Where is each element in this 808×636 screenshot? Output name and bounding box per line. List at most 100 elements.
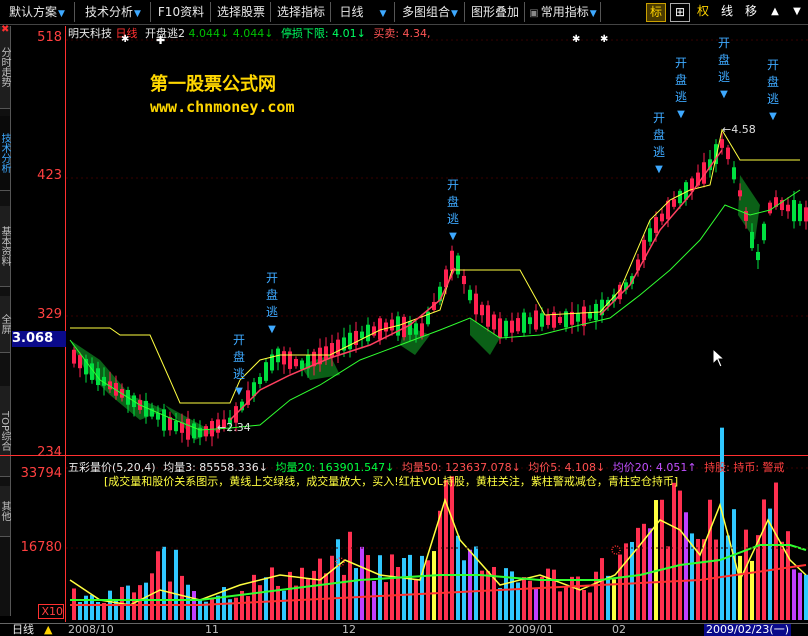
- volume-bar: [564, 586, 568, 620]
- volume-bar: [624, 543, 628, 620]
- candle-body: [294, 358, 298, 367]
- volume-bar: [126, 585, 130, 620]
- low-price-annotation: ←2.34: [217, 421, 251, 434]
- candle-body: [180, 422, 184, 433]
- volume-bar: [522, 577, 526, 620]
- candle-body: [654, 217, 658, 233]
- candle-body: [450, 250, 454, 271]
- candle-body: [324, 346, 328, 360]
- stop-loss-value: 停损下限: 4.01↓: [280, 27, 366, 40]
- collapse-icon[interactable]: ▲: [44, 624, 52, 636]
- period-tab[interactable]: 日线: [12, 624, 34, 636]
- volume-bar: [186, 584, 190, 620]
- candle-body: [726, 147, 730, 160]
- candle-body: [288, 351, 292, 369]
- down-arrow-icon: ▼: [720, 89, 728, 100]
- volume-bar: [558, 591, 562, 620]
- candle-body: [168, 417, 172, 431]
- volume-bar: [336, 539, 340, 620]
- indicator-value-2: 4.044↓: [232, 27, 274, 40]
- volume-bar: [570, 576, 574, 620]
- volume-bar: [660, 499, 664, 620]
- volume-bar: [354, 568, 358, 620]
- volume-bar: [174, 549, 178, 620]
- volume-bar: [438, 510, 442, 620]
- volume-bar: [360, 546, 364, 620]
- escape-signal: 开盘逃 ▼: [675, 55, 687, 123]
- mouse-cursor-icon: [712, 348, 726, 368]
- escape-signal: 开盘逃 ▼: [266, 270, 278, 338]
- volume-bar: [708, 499, 712, 620]
- candle-body: [348, 332, 352, 350]
- candle-body: [660, 213, 664, 222]
- volume-bar: [576, 576, 580, 620]
- high-price-annotation: ←4.58: [722, 123, 756, 136]
- candle-body: [510, 320, 514, 333]
- candle-body: [174, 420, 178, 432]
- candle-body: [474, 293, 478, 315]
- candle-body: [366, 324, 370, 342]
- volume-bar: [150, 573, 154, 620]
- volume-bar: [366, 555, 370, 620]
- volume-bar: [744, 529, 748, 620]
- candle-body: [534, 310, 538, 330]
- date-label-3: 12: [342, 623, 356, 636]
- volume-bar: [282, 590, 286, 620]
- indicator-value-1: 4.044↓: [188, 27, 230, 40]
- position-status: 持股: 持币: 警戒: [704, 461, 785, 474]
- volume-bar: [672, 482, 676, 620]
- escape-signal-label: 开盘逃: [767, 58, 780, 106]
- volume-bar: [312, 570, 316, 620]
- volume-bar: [636, 527, 640, 620]
- candle-body: [732, 167, 736, 180]
- volume-bar: [486, 571, 490, 620]
- candle-body: [762, 223, 766, 241]
- date-label-5: 02: [612, 623, 626, 636]
- candle-body: [792, 200, 796, 222]
- candle-body: [162, 409, 166, 431]
- volume-bar: [798, 572, 802, 620]
- candle-body: [804, 207, 808, 222]
- candle-body: [720, 139, 724, 148]
- volume-bar: [264, 577, 268, 620]
- volume-bar: [588, 592, 592, 620]
- volume-bar: [348, 531, 352, 620]
- volume-bar: [774, 482, 778, 620]
- volume-bar: [546, 568, 550, 620]
- bottom-bar: 日线 ▲ 2008/10 11 12 2009/01 02 2009/02/23…: [0, 623, 808, 636]
- volume-bar: [270, 567, 274, 620]
- volume-bar: [132, 592, 136, 620]
- volume-bar: [372, 580, 376, 620]
- candle-body: [576, 312, 580, 322]
- escape-signal: 开盘逃 ▼: [767, 57, 779, 125]
- volume-bar: [804, 574, 808, 620]
- candle-body: [390, 319, 394, 331]
- candle-body: [546, 315, 550, 325]
- escape-signal-label: 开盘逃: [266, 271, 279, 319]
- candle-body: [192, 423, 196, 439]
- volume-bar: [720, 427, 724, 620]
- candle-body: [78, 355, 82, 369]
- volume-bar: [540, 576, 544, 620]
- volume-bar: [714, 539, 718, 620]
- candle-body: [522, 312, 526, 333]
- down-arrow-icon: ▼: [268, 324, 276, 335]
- escape-signal-label: 开盘逃: [718, 36, 731, 84]
- date-label-2: 11: [205, 623, 219, 636]
- escape-signal-label: 开盘逃: [447, 178, 460, 226]
- volume-bar: [246, 596, 250, 620]
- trailing-stop-line: [70, 128, 800, 404]
- volume-bar: [228, 599, 232, 620]
- volume-bar: [420, 555, 424, 620]
- volume-bar: [750, 560, 754, 620]
- watermark-title: 第一股票公式网: [150, 74, 276, 95]
- stock-name: 明天科技: [68, 27, 112, 40]
- candle-body: [582, 306, 586, 327]
- volume-bar: [534, 588, 538, 620]
- volume-bar: [402, 557, 406, 620]
- candle-body: [264, 362, 268, 381]
- volume-bar: [492, 566, 496, 620]
- volume-bar: [684, 512, 688, 620]
- candle-body: [186, 418, 190, 440]
- date-label-1: 2008/10: [68, 623, 114, 636]
